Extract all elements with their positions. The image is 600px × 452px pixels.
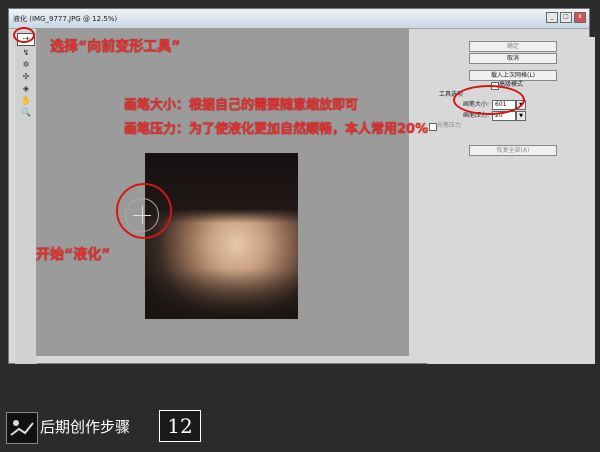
cancel-button[interactable]: 取消 (469, 53, 557, 64)
tool-palette: ⇢ ↯ ✲ ✣ ◈ ✋ 🔍 (15, 31, 37, 365)
annotation-brush-size: 画笔大小：根据自己的需要随意缩放即可 (124, 98, 359, 113)
reconstruct-all-button[interactable]: 恢复全部(A) (469, 145, 557, 156)
twirl-icon[interactable]: ✲ (18, 60, 34, 70)
load-mesh-button[interactable]: 载入上次网格(L) (469, 70, 557, 81)
annotation-start-liquify: 开始“液化” (36, 247, 111, 263)
tool-highlight-circle (13, 27, 35, 43)
step-label: 后期创作步骤 (40, 418, 131, 436)
step-logo-icon (6, 412, 38, 444)
window-controls: _ □ x (546, 12, 586, 23)
minimize-button[interactable]: _ (546, 12, 558, 23)
brush-pressure-dropdown[interactable]: ▼ (516, 111, 526, 121)
maximize-button[interactable]: □ (560, 12, 572, 23)
options-panel: 确定 取消 载入上次网格(L) 高级模式 工具选项 画笔大小: 601 ▼ 画笔… (427, 37, 595, 365)
ok-button[interactable]: 确定 (469, 41, 557, 52)
zoom-icon[interactable]: 🔍 (18, 108, 34, 118)
stylus-pressure-checkbox[interactable] (429, 123, 437, 131)
portrait-photo (145, 153, 298, 319)
window-title: 液化 (IMG_9777.JPG @ 12.5%) (9, 9, 589, 29)
reconstruct-icon[interactable]: ↯ (18, 48, 34, 58)
stylus-pressure-label: 光笔压力 (437, 122, 462, 129)
options-highlight-circle (453, 85, 525, 115)
annotation-brush-pressure: 画笔压力：为了使液化更加自然顺畅，本人常用20% (124, 122, 429, 137)
shoulder-shade (145, 269, 298, 319)
annotation-select-tool: 选择“向前变形工具” (50, 39, 181, 55)
pucker-icon[interactable]: ✣ (18, 72, 34, 82)
brush-highlight-circle (116, 183, 172, 239)
hand-icon[interactable]: ✋ (18, 96, 34, 106)
footer-bar (0, 364, 600, 452)
bloat-icon[interactable]: ◈ (18, 84, 34, 94)
close-button[interactable]: x (574, 12, 586, 23)
step-number: 12 (159, 410, 201, 442)
